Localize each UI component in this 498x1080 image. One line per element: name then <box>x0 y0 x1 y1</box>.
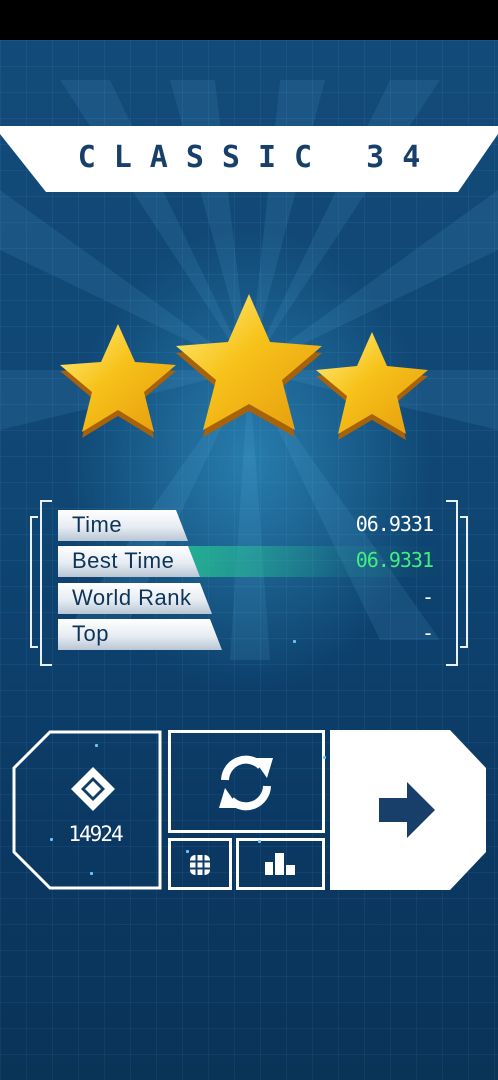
stat-label: Top <box>72 621 109 646</box>
sparkle-dot <box>293 640 296 643</box>
arrow-right-icon <box>379 782 435 838</box>
stat-row-top: Top - <box>58 619 443 650</box>
star-rating <box>60 294 428 440</box>
stat-label-box: Time <box>58 510 188 541</box>
star-icon-2 <box>176 294 322 437</box>
star-icon-3 <box>316 332 428 440</box>
bar-chart-icon <box>265 853 295 875</box>
stat-value: - <box>421 585 434 609</box>
stats-bracket-right <box>446 500 458 666</box>
stats-bracket-left <box>40 500 52 666</box>
stat-label: World Rank <box>72 585 192 610</box>
stat-label-box: Top <box>58 619 222 650</box>
stat-value: - <box>421 621 434 645</box>
sparkle-dot <box>95 744 98 747</box>
stats-bracket-inner-right <box>460 516 468 648</box>
stat-row-world-rank: World Rank - <box>58 583 443 614</box>
level-title: CLASSIC 34 <box>77 140 439 175</box>
diamond-icon <box>71 767 115 811</box>
stat-row-time: Time 06.9331 <box>58 510 443 541</box>
stat-value: 06.9331 <box>355 512 434 536</box>
star-icon-1 <box>60 324 176 438</box>
sparkle-dot <box>186 850 189 853</box>
stat-label: Time <box>72 512 123 537</box>
sparkle-dot <box>90 872 93 875</box>
sparkle-dot <box>258 840 261 843</box>
score-value: 14924 <box>68 822 123 846</box>
sparkle-dot <box>323 756 326 759</box>
stat-label-box: World Rank <box>58 583 212 614</box>
grid-icon <box>190 855 210 875</box>
status-bar <box>0 0 498 40</box>
stat-label-box: Best Time <box>58 546 200 577</box>
stat-label: Best Time <box>72 548 175 573</box>
stat-row-best-time: Best Time 06.9331 <box>58 546 443 577</box>
sparkle-dot <box>50 838 53 841</box>
retry-icon <box>219 755 273 811</box>
stat-value: 06.9331 <box>355 548 434 572</box>
stats-bracket-inner-left <box>30 516 38 648</box>
